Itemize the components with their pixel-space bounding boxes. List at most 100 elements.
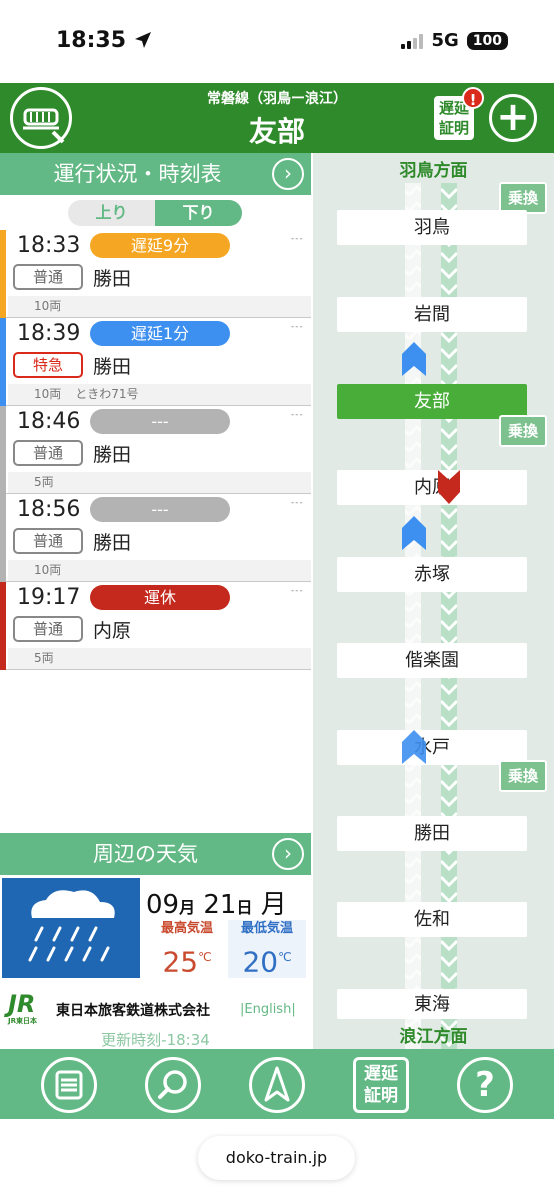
status-time-text: 18:35 <box>56 28 127 53</box>
network-label: 5G <box>431 30 459 51</box>
platform-info: --- <box>291 498 304 508</box>
status-badge: 運休 <box>90 585 230 610</box>
navigation-arrow-icon <box>264 1066 290 1102</box>
destination: 勝田 <box>93 444 132 466</box>
high-temp: 最高気温 25℃ <box>148 920 226 978</box>
train-row[interactable]: 19:17 運休 --- 普通 内原 5両 <box>0 582 311 670</box>
station-item[interactable]: 羽鳥 <box>337 210 527 245</box>
station-item[interactable]: 偕楽園 <box>337 643 527 678</box>
direction-top: 羽鳥方面 <box>399 161 468 181</box>
destination: 内原 <box>93 620 132 642</box>
platform-info: --- <box>291 410 304 420</box>
status-strip <box>0 494 6 582</box>
menu-button[interactable] <box>41 1057 97 1113</box>
departure-time: 18:46 <box>17 409 81 434</box>
train-details: 10両 <box>8 560 311 581</box>
company-name[interactable]: 東日本旅客鉄道株式会社 <box>56 1000 210 1020</box>
station-item[interactable]: 岩間 <box>337 297 527 332</box>
train-type-badge: 普通 <box>13 528 83 554</box>
weather-title: 周辺の天気 <box>93 842 198 866</box>
platform-info: --- <box>291 234 304 244</box>
chevron-right-icon[interactable]: › <box>272 838 304 870</box>
train-row[interactable]: 18:33 遅延9分 --- 普通 勝田 10両 <box>0 230 311 318</box>
train-row[interactable]: 18:56 --- --- 普通 勝田 10両 <box>0 494 311 582</box>
train-name: ときわ71号 <box>75 387 139 401</box>
battery-icon: 100 <box>466 31 508 50</box>
train-up-marker-icon[interactable] <box>400 728 428 764</box>
train-down-marker-icon[interactable] <box>436 470 462 506</box>
station-item[interactable]: 勝田 <box>337 816 527 851</box>
add-button[interactable]: + <box>489 94 537 142</box>
platform-info: --- <box>291 322 304 332</box>
status-badge: --- <box>90 497 230 522</box>
low-temp: 最低気温 20℃ <box>228 920 306 978</box>
month: 09 <box>146 890 180 920</box>
rain-icon <box>2 878 140 978</box>
transfer-button[interactable]: 乗換 <box>499 760 547 792</box>
month-unit: 月 <box>179 898 196 917</box>
location-arrow-icon <box>134 32 151 48</box>
status-indicators: 5G 100 <box>401 30 508 51</box>
jr-logo[interactable]: JR JR東日本 <box>8 992 52 1026</box>
list-icon <box>55 1070 83 1100</box>
status-strip <box>0 582 6 670</box>
help-button[interactable]: ? <box>457 1057 513 1113</box>
tab-up[interactable]: 上り <box>68 200 155 226</box>
jr-logo-sub: JR東日本 <box>8 1017 37 1025</box>
low-temp-label: 最低気温 <box>240 921 293 936</box>
delay-certificate-nav-label-2: 証明 <box>364 1086 398 1106</box>
low-temp-value: 20 <box>242 945 279 979</box>
train-up-marker-icon[interactable] <box>400 514 428 550</box>
transfer-button[interactable]: 乗換 <box>499 415 547 447</box>
timetable-header[interactable]: 運行状況・時刻表 › <box>0 153 311 195</box>
destination: 勝田 <box>93 268 132 290</box>
car-count: 10両 <box>34 563 62 577</box>
train-type-badge: 特急 <box>13 352 83 378</box>
high-temp-value: 25 <box>162 945 199 979</box>
weather-header[interactable]: 周辺の天気 › <box>0 833 311 875</box>
train-type-badge: 普通 <box>13 264 83 290</box>
location-button[interactable] <box>249 1057 305 1113</box>
departure-time: 18:56 <box>17 497 81 522</box>
destination: 勝田 <box>93 356 132 378</box>
station-item[interactable]: 水戸 <box>337 730 527 765</box>
train-type-badge: 普通 <box>13 616 83 642</box>
train-details: 10両 ときわ71号 <box>8 384 311 405</box>
status-badge: 遅延9分 <box>90 233 230 258</box>
platform-info: --- <box>291 586 304 596</box>
browser-url[interactable]: doko-train.jp <box>198 1136 355 1180</box>
high-temp-label: 最高気温 <box>160 921 213 936</box>
direction-bottom: 浪江方面 <box>399 1027 468 1047</box>
english-link[interactable]: |English| <box>240 1002 296 1017</box>
delay-certificate-nav-button[interactable]: 遅延 証明 <box>353 1057 409 1113</box>
weather-date: 09月 21日 月 <box>146 884 308 921</box>
day-unit: 日 <box>236 898 253 917</box>
station-item[interactable]: 赤塚 <box>337 557 527 592</box>
station-item[interactable]: 東海 <box>337 989 527 1019</box>
chevron-right-icon[interactable]: › <box>272 158 304 190</box>
weekday: 月 <box>260 890 287 920</box>
tab-down[interactable]: 下り <box>155 200 242 226</box>
station-item-current[interactable]: 友部 <box>337 384 527 419</box>
signal-icon <box>401 33 424 49</box>
delay-certificate-label-2: 証明 <box>438 119 469 137</box>
status-badge: 遅延1分 <box>90 321 230 346</box>
status-strip <box>0 318 6 406</box>
station-item[interactable]: 佐和 <box>337 902 527 937</box>
train-row[interactable]: 18:39 遅延1分 --- 特急 勝田 10両 ときわ71号 <box>0 318 311 406</box>
car-count: 10両 <box>34 387 62 401</box>
bottom-nav: 遅延 証明 ? <box>0 1049 554 1119</box>
search-button[interactable] <box>145 1057 201 1113</box>
destination: 勝田 <box>93 532 132 554</box>
delay-certificate-nav-label-1: 遅延 <box>364 1064 398 1084</box>
departure-time: 18:33 <box>17 233 81 258</box>
station-item[interactable]: 内原 <box>337 470 527 505</box>
train-details: 10両 <box>8 296 311 317</box>
alert-badge: ! <box>462 87 484 109</box>
departure-time: 19:17 <box>17 585 81 610</box>
car-count: 5両 <box>34 651 54 665</box>
train-details: 5両 <box>8 648 311 669</box>
train-row[interactable]: 18:46 --- --- 普通 勝田 5両 <box>0 406 311 494</box>
train-up-marker-icon[interactable] <box>400 340 428 376</box>
direction-tabs: 上り 下り <box>68 200 242 226</box>
